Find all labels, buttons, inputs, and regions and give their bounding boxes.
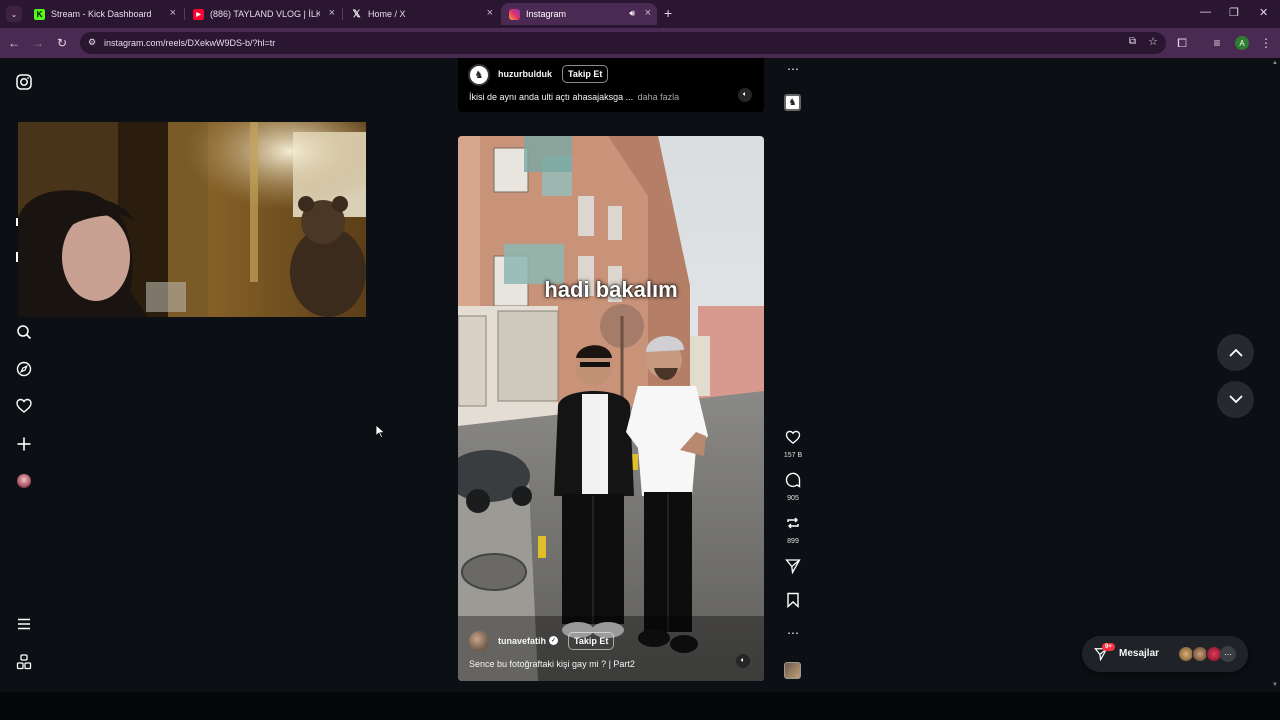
minimize-icon[interactable]: — [1200, 6, 1211, 18]
previous-reel-footer: ♞ huzurbulduk Takip Et İkisi de aynı and… [458, 58, 764, 112]
reel-video[interactable]: hadi bakalım tunavefatih ✓ Takip Et Senc… [458, 136, 764, 681]
menu-icon[interactable] [16, 616, 32, 632]
address-bar[interactable]: ⚙ instagram.com/reels/DXekwW9DS-b/?hl=tr… [80, 32, 1166, 54]
tab-title: Stream - Kick Dashboard [51, 9, 152, 19]
profile-avatar-small[interactable] [17, 474, 31, 488]
author-avatar[interactable] [468, 630, 490, 652]
more-conversations-icon: ⋯ [1220, 646, 1236, 662]
browser-toolbar: ← → ↻ ⚙ instagram.com/reels/DXekwW9DS-b/… [0, 28, 1280, 58]
webcam-feed-image [18, 122, 366, 317]
scroll-down-arrow-icon[interactable]: ▼ [1272, 682, 1278, 688]
close-window-icon[interactable]: ✕ [1259, 6, 1268, 19]
author-username[interactable]: tunavefatih [498, 636, 546, 646]
close-tab-icon[interactable]: × [645, 7, 651, 19]
browser-menu-icon[interactable]: ⋮ [1258, 35, 1274, 51]
next-reel-button[interactable] [1217, 381, 1254, 418]
profile-avatar[interactable]: A [1235, 36, 1249, 50]
kick-icon: K [34, 8, 45, 20]
repost-count: 899 [787, 538, 799, 545]
site-info-icon[interactable]: ⚙ [88, 37, 96, 48]
tab-title: (886) TAYLAND VLOG | İLK GÜN [210, 9, 320, 19]
caption: İkisi de aynı anda ulti açtı ahasajaksga… [469, 92, 679, 102]
back-button[interactable]: ← [6, 35, 22, 51]
close-tab-icon[interactable]: × [170, 7, 176, 19]
repost-icon[interactable] [785, 515, 801, 531]
save-action[interactable] [782, 592, 804, 613]
comment-count: 905 [787, 495, 799, 502]
plus-icon[interactable] [16, 436, 32, 452]
heart-icon[interactable] [785, 430, 801, 445]
like-count: 157 B [783, 452, 803, 459]
speaker-icon[interactable]: 🔊︎ [629, 8, 635, 19]
share-icon[interactable] [785, 558, 801, 575]
tab-youtube[interactable]: ▶ (886) TAYLAND VLOG | İLK GÜN × [185, 3, 341, 25]
instagram-logo-icon[interactable] [16, 74, 32, 90]
mute-icon[interactable]: 🔈︎ [738, 88, 752, 102]
apps-icon[interactable] [16, 654, 32, 670]
webcam-overlay [18, 122, 366, 317]
new-tab-button[interactable]: + [664, 5, 672, 21]
tab-search-button[interactable]: ⌄ [6, 6, 22, 22]
comment-icon[interactable] [785, 472, 801, 488]
install-app-icon[interactable]: ⧉ [1129, 36, 1136, 47]
reel-overlay-text: hadi bakalım [544, 277, 678, 302]
instagram-icon [509, 8, 520, 20]
chevron-up-icon [1228, 348, 1243, 357]
x-icon: 𝕏 [352, 8, 361, 20]
page-scrollbar[interactable]: ▲ ▼ [1270, 58, 1280, 692]
verified-badge-icon: ✓ [549, 636, 558, 645]
reload-button[interactable]: ↻ [54, 35, 70, 51]
heart-icon[interactable] [16, 398, 32, 414]
messages-label: Mesajlar [1119, 648, 1160, 659]
extensions-icon[interactable]: ⧠ [1174, 35, 1190, 51]
tab-instagram[interactable]: Instagram 🔊︎ × [501, 3, 657, 25]
more-link[interactable]: daha fazla [638, 92, 680, 102]
url-text: instagram.com/reels/DXekwW9DS-b/?hl=tr [104, 38, 276, 48]
bottom-strip [0, 692, 1280, 720]
reel-video-frame [458, 136, 764, 681]
search-icon[interactable] [16, 324, 32, 340]
author-avatar[interactable]: ♞ [468, 64, 490, 86]
tab-title: Instagram [526, 9, 567, 19]
reel-caption: Sence bu fotoğraftaki kişi gay mi ? | Pa… [469, 659, 635, 669]
youtube-icon: ▶ [193, 8, 204, 20]
messages-button[interactable]: 9+ Mesajlar ⋯ [1082, 636, 1248, 672]
mute-icon[interactable]: 🔈︎ [736, 654, 750, 668]
audio-author-thumbnail[interactable]: ♞ [784, 94, 801, 111]
media-control-icon[interactable]: ≡ [1209, 35, 1225, 51]
tab-x[interactable]: 𝕏 Home / X × [343, 3, 499, 25]
bookmark-icon[interactable] [785, 592, 801, 609]
follow-button[interactable]: Takip Et [562, 65, 609, 83]
close-tab-icon[interactable]: × [487, 7, 493, 19]
tab-kick[interactable]: K Stream - Kick Dashboard × [26, 3, 182, 25]
author-username[interactable]: huzurbulduk [498, 69, 552, 79]
follow-button[interactable]: Takip Et [568, 632, 615, 650]
more-options-icon[interactable]: ⋯ [782, 62, 804, 76]
unread-badge: 9+ [1102, 643, 1115, 651]
repost-action[interactable]: 899 [782, 515, 804, 545]
audio-thumbnail[interactable] [784, 662, 801, 679]
close-tab-icon[interactable]: × [329, 7, 335, 19]
chevron-down-icon [1228, 395, 1243, 404]
explore-icon[interactable] [16, 361, 32, 377]
author-logo-icon: ♞ [474, 69, 484, 81]
caption-text: İkisi de aynı anda ulti açtı ahasajaksga… [469, 92, 634, 102]
chevron-down-icon: ⌄ [10, 9, 18, 19]
bookmark-star-icon[interactable]: ☆ [1148, 35, 1158, 48]
scroll-up-arrow-icon[interactable]: ▲ [1272, 60, 1278, 66]
previous-reel-button[interactable] [1217, 334, 1254, 371]
tab-title: Home / X [368, 9, 406, 19]
forward-button[interactable]: → [30, 35, 46, 51]
comment-action[interactable]: 905 [782, 472, 804, 502]
mouse-cursor-icon [376, 425, 385, 438]
restore-icon[interactable]: ❐ [1229, 6, 1239, 19]
browser-tab-strip: ⌄ K Stream - Kick Dashboard × ▶ (886) TA… [0, 0, 1280, 28]
share-action[interactable] [782, 558, 804, 579]
more-options-icon[interactable]: ⋯ [782, 626, 804, 640]
like-action[interactable]: 157 B [782, 430, 804, 459]
